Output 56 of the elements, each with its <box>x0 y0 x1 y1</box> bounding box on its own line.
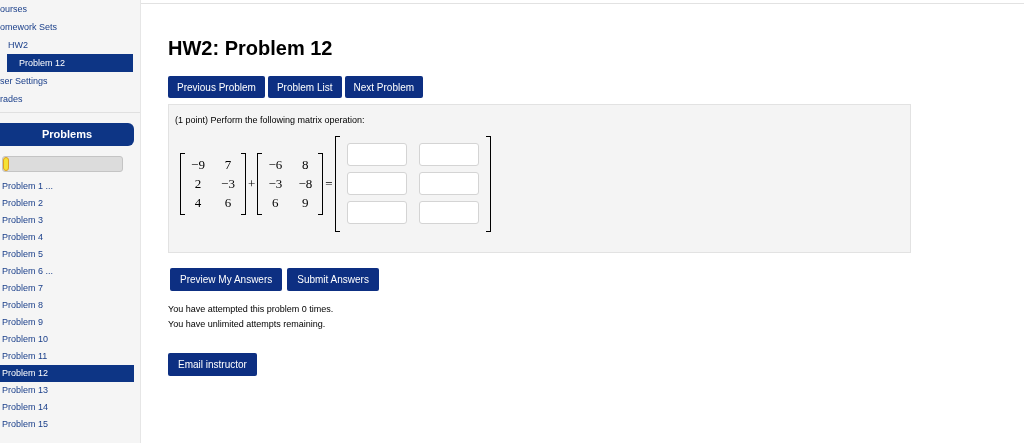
answer-input[interactable] <box>346 201 407 224</box>
nav-button[interactable]: Problem List <box>267 76 342 98</box>
nav-link[interactable]: rades <box>0 90 140 108</box>
problem-link[interactable]: Problem 12 <box>0 365 134 382</box>
problem-link[interactable]: Problem 13 <box>0 382 134 399</box>
matrix-entry: 9 <box>301 194 310 212</box>
action-button[interactable]: Preview My Answers <box>170 268 283 291</box>
nav-button[interactable]: Previous Problem <box>168 76 265 98</box>
plus-sign: + <box>248 174 256 193</box>
problem-link[interactable]: Problem 15 <box>0 416 134 433</box>
matrix-entry: 6 <box>271 194 280 212</box>
answer-input[interactable] <box>418 172 479 195</box>
email-button[interactable]: Email instructor <box>168 353 257 376</box>
nav-link[interactable]: HW2 <box>7 36 133 54</box>
nav-link[interactable]: ourses <box>0 0 140 18</box>
answer-input[interactable] <box>346 172 407 195</box>
problem-link[interactable]: Problem 7 <box>0 280 134 297</box>
problem-link[interactable]: Problem 11 <box>0 348 134 365</box>
equals-sign: = <box>325 174 333 193</box>
matrix-entry: −9 <box>190 156 206 174</box>
answer-input[interactable] <box>346 143 407 166</box>
problem-link[interactable]: Problem 6 ... <box>0 263 134 280</box>
matrix-entry: 4 <box>193 194 203 212</box>
matrix-entry: 6 <box>223 194 233 212</box>
bracket <box>241 152 246 215</box>
answer-input[interactable] <box>418 201 479 224</box>
page-title: HW2: Problem 12 <box>168 36 334 60</box>
matrix-entry: −3 <box>220 175 236 193</box>
matrix-entry: −3 <box>267 175 284 193</box>
problem-link[interactable]: Problem 4 <box>0 229 134 246</box>
panel-header: Problems <box>0 123 134 146</box>
bracket <box>318 152 324 215</box>
answer-input[interactable] <box>418 143 479 166</box>
matrix-entry: 7 <box>223 156 233 174</box>
problem-link[interactable]: Problem 3 <box>0 212 134 229</box>
problem-link[interactable]: Problem 9 <box>0 314 134 331</box>
problem-link[interactable]: Problem 10 <box>0 331 134 348</box>
problem-link[interactable]: Problem 8 <box>0 297 134 314</box>
problem-prompt: (1 point) Perform the following matrix operation: <box>175 114 366 127</box>
problem-link[interactable]: Problem 2 <box>0 195 134 212</box>
nav-link[interactable]: ser Settings <box>0 72 140 90</box>
matrix-entry: −8 <box>297 175 314 193</box>
action-button[interactable]: Submit Answers <box>287 268 379 291</box>
attempts-text: You have unlimited attempts remaining. <box>168 318 327 331</box>
matrix-entry: −6 <box>267 156 284 174</box>
matrix-entry: 8 <box>301 156 310 174</box>
nav-link[interactable]: Problem 12 <box>7 54 133 72</box>
problem-link[interactable]: Problem 5 <box>0 246 134 263</box>
bracket <box>180 152 185 215</box>
attempts-text: You have attempted this problem 0 times. <box>168 303 335 316</box>
problem-link[interactable]: Problem 1 ... <box>0 178 134 195</box>
nav-link[interactable]: omework Sets <box>0 18 140 36</box>
problem-link[interactable]: Problem 14 <box>0 399 134 416</box>
matrix-entry: 2 <box>193 175 203 193</box>
nav-button[interactable]: Next Problem <box>344 76 424 98</box>
bracket <box>257 152 263 215</box>
